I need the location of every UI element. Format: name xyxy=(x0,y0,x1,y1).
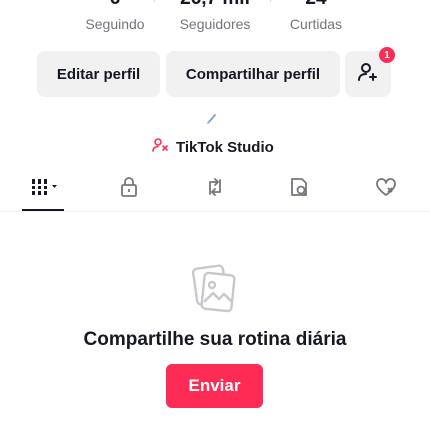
send-button[interactable]: Enviar xyxy=(166,364,263,408)
stats-divider xyxy=(270,0,271,2)
following-count: 6 xyxy=(85,0,145,10)
tab-liked[interactable] xyxy=(364,168,408,210)
add-friend-icon xyxy=(356,60,380,88)
likes-stat[interactable]: 24 Curtidas xyxy=(284,0,348,33)
grid-icon xyxy=(29,177,59,202)
photo-icon xyxy=(188,262,242,316)
tab-private[interactable] xyxy=(107,168,151,210)
liked-icon xyxy=(374,176,398,203)
profile-stats: 6 Seguindo 26,7 mil Seguidores 24 Curtid… xyxy=(0,0,430,40)
favorites-icon xyxy=(288,176,312,203)
tab-favorites[interactable] xyxy=(278,168,322,210)
profile-actions: Editar perfil Compartilhar perfil 1 xyxy=(0,47,430,97)
lock-icon xyxy=(118,176,140,203)
notification-badge: 1 xyxy=(379,47,395,63)
tab-reposts[interactable] xyxy=(193,168,237,210)
empty-state-title: Compartilhe sua rotina diária xyxy=(83,329,347,350)
likes-label: Curtidas xyxy=(289,16,343,32)
edit-profile-button[interactable]: Editar perfil xyxy=(37,51,160,97)
following-stat[interactable]: 6 Seguindo xyxy=(85,0,145,33)
content-tabs xyxy=(0,168,430,212)
followers-count: 26,7 mil xyxy=(170,0,260,10)
following-label: Seguindo xyxy=(85,16,145,32)
followers-label: Seguidores xyxy=(179,16,251,32)
repost-icon xyxy=(204,176,226,203)
tiktok-studio-link[interactable]: TikTok Studio xyxy=(152,137,274,158)
tab-videos[interactable] xyxy=(22,168,66,210)
studio-icon xyxy=(152,137,172,158)
studio-label: TikTok Studio xyxy=(176,139,274,156)
add-friends-button[interactable]: 1 xyxy=(345,47,395,97)
followers-stat[interactable]: 26,7 mil Seguidores xyxy=(170,0,260,33)
tabs-divider xyxy=(0,211,430,212)
share-profile-button[interactable]: Compartilhar perfil xyxy=(166,51,340,97)
likes-count: 24 xyxy=(284,0,348,10)
pencil-icon[interactable] xyxy=(205,112,219,126)
stats-divider xyxy=(154,0,155,2)
